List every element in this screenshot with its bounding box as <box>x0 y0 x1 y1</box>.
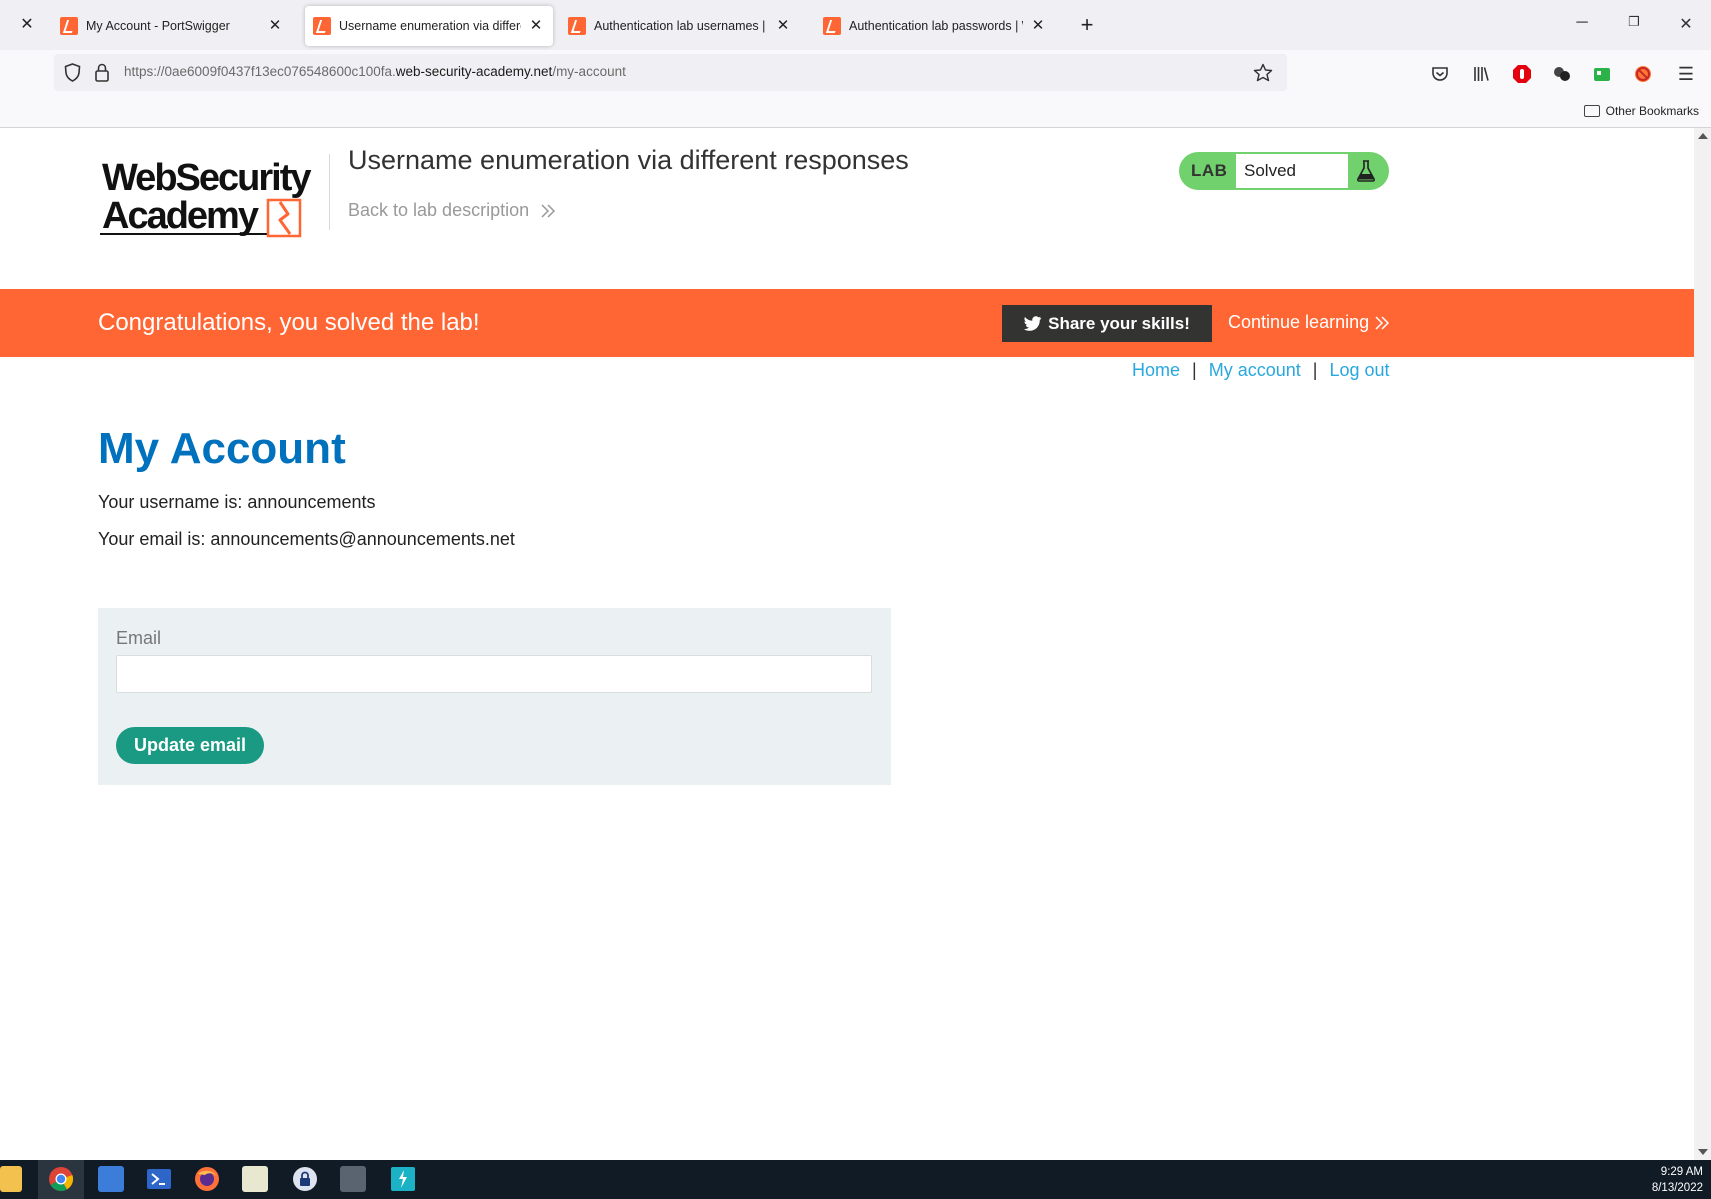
tab-label: Authentication lab passwords | Web <box>849 19 1023 33</box>
tab-username-enumeration[interactable]: Username enumeration via different ✕ <box>305 6 553 46</box>
library-icon[interactable] <box>1471 64 1491 84</box>
clock-time: 9:29 AM <box>1660 1166 1703 1178</box>
double-chevron-right-icon <box>541 203 556 218</box>
powershell-icon[interactable] <box>146 1166 172 1192</box>
calculator-icon[interactable] <box>340 1166 366 1192</box>
minimize-icon[interactable]: ─ <box>1572 14 1592 32</box>
tab-label: Username enumeration via different <box>339 19 521 33</box>
clock-date: 8/13/2022 <box>1651 1182 1703 1194</box>
chrome-icon[interactable] <box>48 1166 74 1192</box>
nav-separator: | <box>1312 360 1318 380</box>
logo-line2: Academy <box>102 195 259 237</box>
url-path: /my-account <box>552 64 626 79</box>
logo-line1: WebSecurity <box>102 157 311 199</box>
nav-home-link[interactable]: Home <box>1132 360 1180 381</box>
twitter-icon <box>1024 316 1042 331</box>
page-content: WebSecurity Academy Username enumeration… <box>0 128 1694 1160</box>
url-bar[interactable]: https://0ae6009f0437f13ec076548600c100fa… <box>54 54 1287 91</box>
nav-separator: | <box>1192 360 1197 380</box>
extension-green-icon[interactable] <box>1592 64 1612 84</box>
taskbar: 9:29 AM 8/13/2022 <box>0 1160 1711 1199</box>
username-info: Your username is: announcements <box>98 492 376 512</box>
tab-my-account[interactable]: My Account - PortSwigger ✕ <box>52 6 292 46</box>
bookmarks-bar: Other Bookmarks <box>0 96 1711 128</box>
nav-my-account-link[interactable]: My account <box>1209 360 1301 381</box>
update-email-button[interactable]: Update email <box>116 727 264 764</box>
solved-banner: Congratulations, you solved the lab! Sha… <box>0 289 1694 357</box>
other-bookmarks[interactable]: Other Bookmarks <box>1583 104 1699 118</box>
scroll-up-arrow-icon[interactable] <box>1698 133 1708 139</box>
scroll-down-arrow-icon[interactable] <box>1698 1149 1708 1155</box>
flask-icon <box>1357 160 1375 182</box>
adblock-extension-icon[interactable] <box>1512 64 1532 84</box>
tracking-shield-icon[interactable] <box>64 63 81 82</box>
lab-title: Username enumeration via different respo… <box>348 145 909 175</box>
share-skills-label: Share your skills! <box>1048 313 1190 333</box>
congratulations-message: Congratulations, you solved the lab! <box>98 309 480 336</box>
update-email-form: Email Update email <box>98 608 891 785</box>
pocket-icon[interactable] <box>1430 64 1450 84</box>
tab-auth-usernames[interactable]: Authentication lab usernames | Web ✕ <box>560 6 800 46</box>
tab-close-icon[interactable]: ✕ <box>774 17 792 35</box>
email-field[interactable] <box>116 655 872 693</box>
extension-circles-icon[interactable] <box>1552 64 1572 84</box>
keepass-lock-icon[interactable] <box>292 1166 318 1192</box>
back-link-label: Back to lab description <box>348 200 530 220</box>
tab-close-icon[interactable]: ✕ <box>527 17 545 35</box>
top-navigation: Home | My account | Log out <box>1132 360 1390 381</box>
extension-blocker-icon[interactable] <box>1633 64 1653 84</box>
logo-divider <box>329 154 330 230</box>
tab-label: Authentication lab usernames | Web <box>594 19 768 33</box>
page-scrollbar[interactable] <box>1694 128 1711 1160</box>
close-icon[interactable]: ✕ <box>18 16 36 34</box>
nav-bar: https://0ae6009f0437f13ec076548600c100fa… <box>0 50 1711 96</box>
double-chevron-right-icon <box>1375 315 1390 330</box>
portswigger-favicon-icon <box>60 17 78 35</box>
file-explorer-icon[interactable] <box>0 1166 22 1192</box>
portswigger-favicon-icon <box>823 17 841 35</box>
tab-close-icon[interactable]: ✕ <box>266 17 284 35</box>
lab-badge: LAB <box>1191 161 1228 180</box>
continue-learning-link[interactable]: Continue learning <box>1228 312 1391 333</box>
continue-learning-label: Continue learning <box>1228 312 1370 332</box>
other-bookmarks-label: Other Bookmarks <box>1605 104 1699 118</box>
firefox-icon[interactable] <box>194 1166 220 1192</box>
notepad-icon[interactable] <box>242 1166 268 1192</box>
tab-close-icon[interactable]: ✕ <box>1029 17 1047 35</box>
email-info: Your email is: announcements@announcemen… <box>98 529 515 549</box>
system-clock[interactable]: 9:29 AM 8/13/2022 <box>1652 1164 1703 1196</box>
back-to-lab-description-link[interactable]: Back to lab description <box>348 200 557 221</box>
tab-label: My Account - PortSwigger <box>86 19 230 33</box>
new-tab-button[interactable]: + <box>1075 12 1099 38</box>
tab-bar: ✕ My Account - PortSwigger ✕ Username en… <box>0 0 1711 50</box>
url-text[interactable]: https://0ae6009f0437f13ec076548600c100fa… <box>124 64 626 79</box>
nav-log-out-link[interactable]: Log out <box>1329 360 1389 381</box>
url-host: web-security-academy.net <box>395 64 553 79</box>
burp-suite-icon[interactable] <box>390 1166 416 1192</box>
lock-icon[interactable] <box>94 63 110 82</box>
tab-auth-passwords[interactable]: Authentication lab passwords | Web ✕ <box>815 6 1055 46</box>
folder-icon <box>1583 105 1600 117</box>
lab-status-text: Solved <box>1236 154 1348 188</box>
email-field-label: Email <box>116 628 162 648</box>
portswigger-favicon-icon <box>313 17 331 35</box>
window-close-icon[interactable]: ✕ <box>1676 14 1696 34</box>
web-security-academy-logo[interactable]: WebSecurity Academy <box>100 150 330 240</box>
portswigger-favicon-icon <box>568 17 586 35</box>
control-panel-icon[interactable] <box>98 1166 124 1192</box>
share-skills-button[interactable]: Share your skills! <box>1002 305 1212 342</box>
menu-icon[interactable]: ☰ <box>1676 64 1696 84</box>
restore-icon[interactable]: ❐ <box>1624 14 1644 30</box>
url-prefix: https://0ae6009f0437f13ec076548600c100fa… <box>124 64 396 79</box>
page-title: My Account <box>98 424 346 473</box>
lab-status-widget: LAB Solved <box>1179 152 1389 190</box>
bookmark-star-icon[interactable] <box>1253 63 1273 83</box>
